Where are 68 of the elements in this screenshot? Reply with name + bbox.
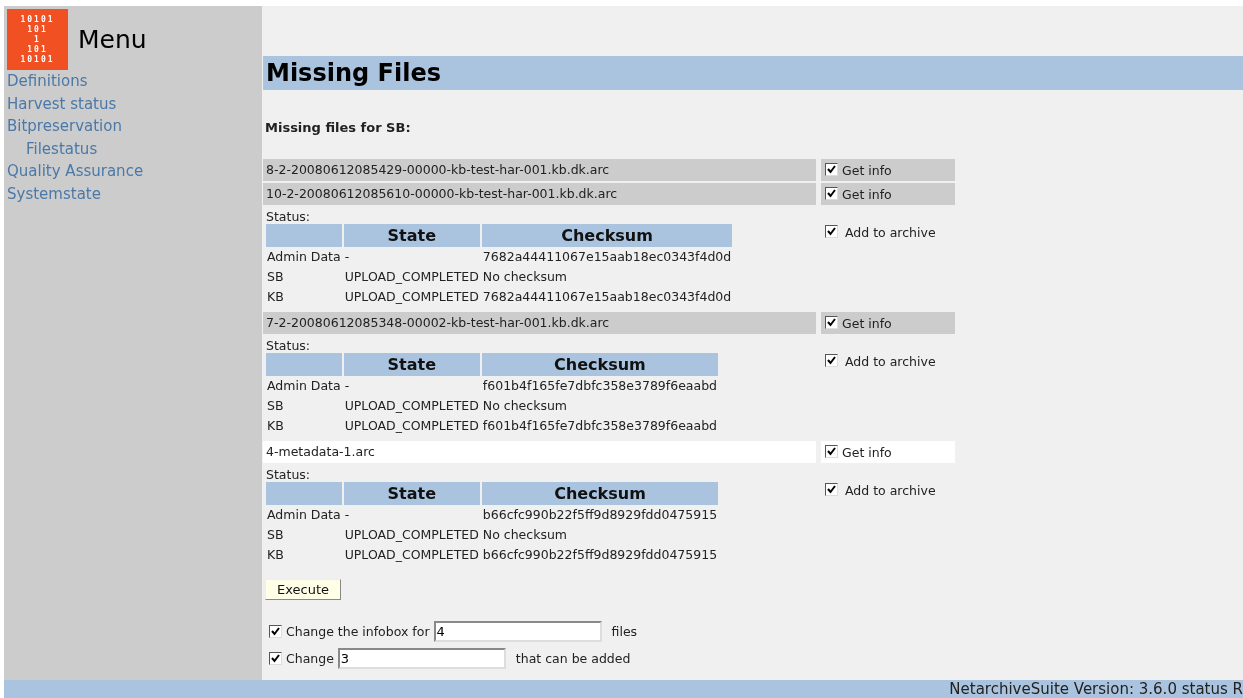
add-to-archive-option[interactable]: Add to archive — [821, 225, 936, 240]
add-to-archive-option[interactable]: Add to archive — [821, 354, 936, 369]
add-to-archive-option[interactable]: Add to archive — [821, 483, 936, 498]
option-label: Change — [286, 651, 334, 666]
option-label: files — [611, 624, 638, 639]
checkbox[interactable] — [825, 445, 838, 458]
checkbox[interactable] — [825, 187, 838, 200]
get-info-option[interactable]: Get info — [821, 312, 955, 334]
input-field[interactable]: 4 — [433, 621, 602, 642]
table-cell-text: KB — [266, 288, 285, 306]
file-name: 10-2-20080612085610-00000-kb-test-har-001.kb.dk.arc — [263, 183, 816, 205]
table-cell-text: f601b4f165fe7dbfc358e3789f6eaabd — [481, 377, 719, 395]
table-cell-text: Admin Data — [266, 248, 342, 266]
table-cell-text: - — [343, 377, 351, 395]
table-cell-text: SB — [266, 526, 285, 544]
table-cell-text: No checksum — [481, 397, 569, 415]
status-label: Status: — [266, 467, 311, 482]
status-label: Status: — [266, 338, 311, 353]
table-cell-text: SB — [266, 397, 285, 415]
file-name: 8-2-20080612085429-00000-kb-test-har-001.kb.dk.arc — [263, 159, 816, 181]
checkbox[interactable] — [825, 316, 838, 329]
file-name: 7-2-20080612085348-00002-kb-test-har-001.kb.dk.arc — [263, 312, 816, 334]
table-cell-text: No checksum — [481, 268, 569, 286]
input-field[interactable]: 3 — [337, 648, 506, 669]
column-header: State — [343, 353, 480, 376]
checkbox[interactable] — [825, 225, 838, 238]
checkbox[interactable] — [825, 483, 838, 496]
table-cell-text: - — [343, 506, 351, 524]
checkbox[interactable] — [825, 163, 838, 176]
table-cell-text: Admin Data — [266, 377, 342, 395]
column-header: Checksum — [481, 224, 733, 247]
get-info-option[interactable]: Get info — [821, 183, 955, 205]
checkbox[interactable] — [825, 354, 838, 367]
column-header: State — [343, 224, 480, 247]
table-cell-text: UPLOAD_COMPLETED — [343, 397, 480, 415]
option-label: Change the infobox for — [286, 624, 430, 639]
table-cell-text: f601b4f165fe7dbfc358e3789f6eaabd — [481, 417, 719, 435]
table-cell-text: KB — [266, 546, 285, 564]
table-cell-text: - — [343, 248, 351, 266]
get-info-option[interactable]: Get info — [821, 441, 955, 463]
file-name: 4-metadata-1.arc — [263, 441, 816, 463]
execute-button[interactable]: Execute — [265, 579, 341, 600]
table-cell-text: UPLOAD_COMPLETED — [343, 288, 480, 306]
table-cell-text: UPLOAD_COMPLETED — [343, 417, 480, 435]
table-cell-text: UPLOAD_COMPLETED — [343, 546, 480, 564]
page-title: Missing Files — [263, 56, 1243, 90]
option-label: that can be added — [515, 651, 631, 666]
version-text: NetarchiveSuite Version: 3.6.0 status R — [949, 680, 1243, 698]
column-header: Checksum — [481, 353, 719, 376]
table-cell-text: b66cfc990b22f5ff9d8929fdd0475915 — [481, 546, 719, 564]
table-cell-text: UPLOAD_COMPLETED — [343, 268, 480, 286]
column-header: State — [343, 482, 480, 505]
checkbox[interactable] — [269, 625, 282, 638]
status-label: Status: — [266, 209, 311, 224]
table-cell-text: UPLOAD_COMPLETED — [343, 526, 480, 544]
section-heading: Missing files for SB: — [265, 120, 411, 135]
column-header: Checksum — [481, 482, 719, 505]
logo: 10101 101 1 101 10101 — [7, 9, 68, 70]
get-info-option[interactable]: Get info — [821, 159, 955, 181]
table-cell-text: b66cfc990b22f5ff9d8929fdd0475915 — [481, 506, 719, 524]
table-cell-text: KB — [266, 417, 285, 435]
menu-title: Menu — [78, 25, 147, 54]
table-cell-text: 7682a44411067e15aab18ec0343f4d0d — [481, 288, 733, 306]
checkbox[interactable] — [269, 652, 282, 665]
table-cell-text: No checksum — [481, 526, 569, 544]
table-cell-text: SB — [266, 268, 285, 286]
table-cell-text: 7682a44411067e15aab18ec0343f4d0d — [481, 248, 733, 266]
table-cell-text: Admin Data — [266, 506, 342, 524]
